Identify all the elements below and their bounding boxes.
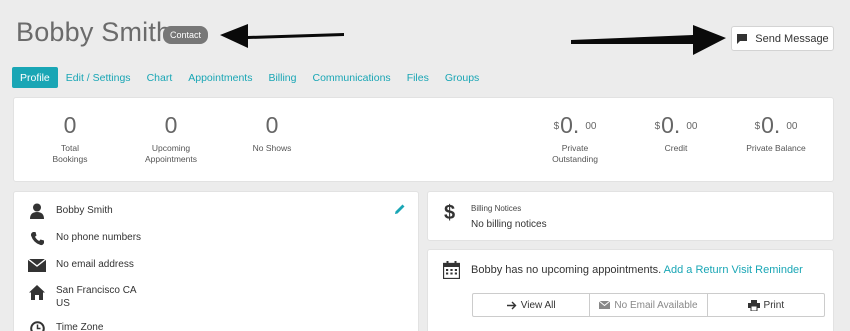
tab-appointments[interactable]: Appointments xyxy=(180,67,260,88)
stat-label: Outstanding xyxy=(552,154,598,164)
envelope-icon xyxy=(28,256,46,274)
stat-credit: $0. 00 Credit xyxy=(636,111,716,154)
stat-upcoming-appointments: 0 Upcoming Appointments xyxy=(131,111,211,165)
stat-private-outstanding: $0. 00 Private Outstanding xyxy=(535,111,615,165)
tab-communications[interactable]: Communications xyxy=(304,67,398,88)
contact-timezone-row: Time Zone xyxy=(28,319,103,331)
currency-symbol: $ xyxy=(654,121,661,132)
no-email-button: No Email Available xyxy=(590,294,708,316)
money-cents: 00 xyxy=(786,121,798,132)
no-appointments-text: Bobby has no upcoming appointments. xyxy=(471,264,662,276)
stat-label: Bookings xyxy=(52,154,88,164)
tab-billing[interactable]: Billing xyxy=(260,67,304,88)
appointments-panel: Bobby has no upcoming appointments. Add … xyxy=(427,249,834,331)
address-line-1: San Francisco CA xyxy=(56,285,137,296)
stat-private-balance: $0. 00 Private Balance xyxy=(736,111,816,154)
stat-label: Private xyxy=(561,143,589,153)
tab-chart[interactable]: Chart xyxy=(139,67,181,88)
tab-profile[interactable]: Profile xyxy=(12,67,58,88)
speech-bubble-icon xyxy=(737,33,748,44)
money-cents: 00 xyxy=(686,121,698,132)
view-all-button[interactable]: View All xyxy=(473,294,591,316)
stat-label: Credit xyxy=(664,143,688,153)
arrow-right-icon xyxy=(506,301,517,309)
contact-phone: No phone numbers xyxy=(56,232,142,243)
appointment-actions: View All No Email Available Print xyxy=(472,293,825,317)
calendar-icon xyxy=(443,261,460,279)
printer-icon xyxy=(747,299,760,311)
send-message-button[interactable]: Send Message xyxy=(731,26,834,51)
dollar-icon: $ xyxy=(444,202,456,224)
currency-symbol: $ xyxy=(754,121,761,132)
contact-email-row: No email address xyxy=(28,256,134,274)
phone-icon xyxy=(28,229,46,247)
billing-notices-title: Billing Notices xyxy=(471,204,522,213)
no-email-label: No Email Available xyxy=(614,299,698,311)
person-icon xyxy=(28,202,46,220)
contact-address-row: San Francisco CA US xyxy=(28,283,137,309)
stat-label: Appointments xyxy=(145,154,197,164)
stat-label: No Shows xyxy=(252,143,292,153)
stat-money-value: $0. 00 xyxy=(554,111,597,139)
contact-address: San Francisco CA US xyxy=(56,284,137,310)
stat-label: Private Balance xyxy=(746,143,806,153)
contact-phone-row: No phone numbers xyxy=(28,229,141,247)
money-cents: 00 xyxy=(585,121,597,132)
contact-name-row: Bobby Smith xyxy=(28,202,113,220)
stat-money-value: $0. 00 xyxy=(655,111,698,139)
stats-panel: 0 Total Bookings 0 Upcoming Appointments… xyxy=(13,97,834,182)
money-whole: 0. xyxy=(560,112,580,138)
contact-timezone: Time Zone xyxy=(56,322,104,331)
pencil-icon[interactable] xyxy=(394,203,406,215)
clock-icon xyxy=(28,319,46,331)
money-whole: 0. xyxy=(761,112,781,138)
tab-files[interactable]: Files xyxy=(399,67,437,88)
stat-label: Upcoming xyxy=(151,143,191,153)
billing-notices-panel: $ Billing Notices No billing notices xyxy=(427,191,834,241)
stat-total-bookings: 0 Total Bookings xyxy=(30,111,110,165)
left-arrow-annotation xyxy=(220,24,344,48)
stat-value: 0 xyxy=(164,112,178,138)
view-all-label: View All xyxy=(520,299,556,311)
right-arrow-annotation xyxy=(571,25,726,55)
contact-name: Bobby Smith xyxy=(56,205,113,216)
print-label: Print xyxy=(763,299,785,311)
address-line-2: US xyxy=(56,298,70,309)
stat-label: Total xyxy=(61,143,79,153)
contact-email: No email address xyxy=(56,259,134,270)
no-appointments-message: Bobby has no upcoming appointments. Add … xyxy=(471,264,803,276)
money-whole: 0. xyxy=(661,112,681,138)
tab-edit-settings[interactable]: Edit / Settings xyxy=(58,67,139,88)
billing-notices-text: No billing notices xyxy=(471,219,547,230)
contact-badge: Contact xyxy=(163,26,209,44)
print-button[interactable]: Print xyxy=(708,294,824,316)
stat-money-value: $0. 00 xyxy=(755,111,798,139)
currency-symbol: $ xyxy=(553,121,560,132)
tab-groups[interactable]: Groups xyxy=(437,67,487,88)
stat-no-shows: 0 No Shows xyxy=(232,111,312,154)
add-return-visit-reminder-link[interactable]: Add a Return Visit Reminder xyxy=(664,264,803,276)
stat-value: 0 xyxy=(265,112,279,138)
send-message-label: Send Message xyxy=(755,32,829,45)
contact-info-panel: Bobby Smith No phone numbers No email ad… xyxy=(13,191,419,331)
page-title: Bobby Smith xyxy=(16,17,172,47)
profile-tabs: Profile Edit / Settings Chart Appointmen… xyxy=(12,67,487,88)
envelope-icon xyxy=(599,301,611,309)
home-icon xyxy=(28,283,46,301)
stat-value: 0 xyxy=(63,112,77,138)
